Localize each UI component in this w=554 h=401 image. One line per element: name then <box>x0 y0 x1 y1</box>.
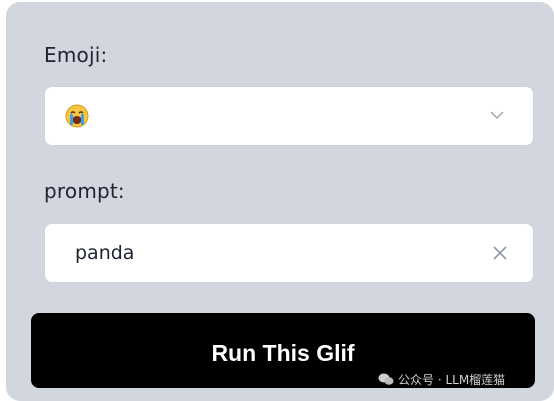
prompt-field[interactable] <box>44 223 534 283</box>
emoji-label: Emoji: <box>44 43 108 67</box>
watermark: 公众号 · LLM榴莲猫 <box>378 370 505 388</box>
chevron-down-icon[interactable] <box>489 109 505 121</box>
prompt-input[interactable] <box>75 224 475 282</box>
watermark-text: 公众号 · LLM榴莲猫 <box>398 372 506 387</box>
emoji-select[interactable] <box>44 86 534 146</box>
wechat-icon <box>378 373 394 385</box>
prompt-label: prompt: <box>44 179 125 203</box>
loudly-crying-face-icon <box>65 104 89 128</box>
close-icon[interactable] <box>491 244 509 262</box>
